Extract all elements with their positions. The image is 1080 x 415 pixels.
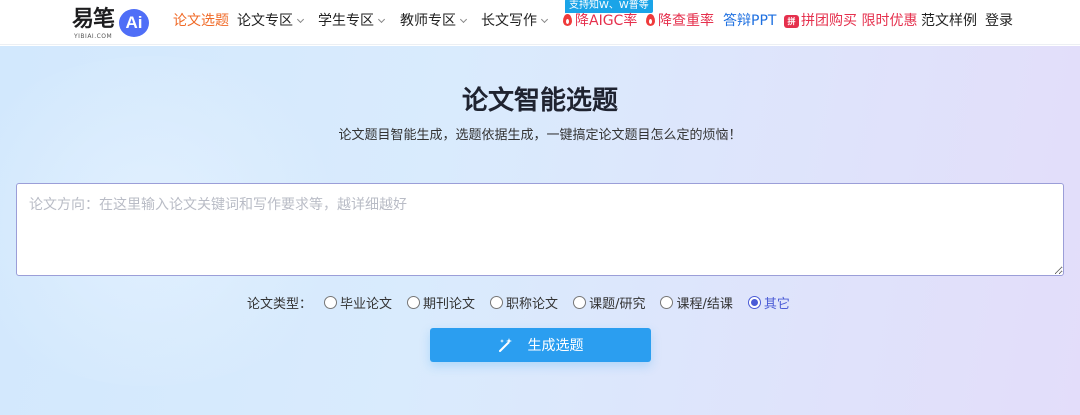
nav-long-writing-label: 长文写作 [481,13,537,29]
paper-type-selector: 论文类型： 毕业论文 期刊论文 职称论文 课题/研究 课程/结课 其它 [247,292,805,312]
radio-circle[interactable] [747,295,761,309]
radio-label: 期刊论文 [423,296,476,312]
radio-label: 课题/研究 [589,296,646,312]
nav-long-writing[interactable]: 长文写作 [481,0,549,45]
nav-student-zone[interactable]: 学生专区 [318,0,386,45]
nav-aigc-label: 降AIGC率 [575,13,638,29]
group-buy-icon: 拼 [784,15,799,28]
radio-label: 毕业论文 [340,296,393,312]
nav-samples[interactable]: 范文样例 [921,0,977,45]
radio-circle[interactable] [660,295,674,309]
radio-circle[interactable] [490,295,504,309]
radio-journal-paper[interactable]: 期刊论文 [407,293,475,312]
nav-teacher-zone[interactable]: 教师专区 [400,0,468,45]
nav-ppt[interactable]: 答辩PPT [723,0,776,45]
nav-group-buy-label: 拼团购买 限时优惠 [801,13,918,29]
radio-graduation-thesis[interactable]: 毕业论文 [324,293,392,312]
chevron-down-icon [296,15,305,24]
chevron-down-icon [540,15,549,24]
chevron-down-icon [459,15,468,24]
logo-text: 易笔 [72,7,115,32]
page-subtitle: 论文题目智能生成，选题依据生成，一键搞定论文题目怎么定的烦恼！ [338,128,742,143]
radio-circle[interactable] [573,295,587,309]
chevron-down-icon [377,15,386,24]
nav-topic[interactable]: 论文选题 [173,0,229,45]
logo-ai-badge: Ai [119,9,149,37]
radio-research-project[interactable]: 课题/研究 [573,293,645,312]
radio-circle[interactable] [407,295,421,309]
nav-student-zone-label: 学生专区 [318,13,374,29]
nav-teacher-zone-label: 教师专区 [400,13,456,29]
flame-icon [563,14,572,26]
page-title: 论文智能选题 [461,86,618,116]
nav-plagiarism-label: 降查重率 [658,13,714,29]
radio-label: 课程/结课 [676,296,733,312]
nav-thesis-zone-label: 论文专区 [237,13,293,29]
radio-title-paper[interactable]: 职称论文 [490,293,558,312]
nav-thesis-zone[interactable]: 论文专区 [237,0,305,45]
radio-circle[interactable] [324,295,338,309]
radio-label: 职称论文 [506,296,559,312]
top-nav-bar: 易笔 Ai YIBIAI.COM 论文选题 论文专区 学生专区 教师专区 长文写… [0,0,1080,45]
nav-plagiarism[interactable]: 降查重率 [646,0,714,45]
magic-wand-icon [498,338,512,352]
logo-domain: YIBIAI.COM [74,33,113,40]
topic-generator-panel: 论文智能选题 论文题目智能生成，选题依据生成，一键搞定论文题目怎么定的烦恼！ 论… [0,46,1080,415]
nav-group-buy[interactable]: 拼拼团购买 限时优惠 [784,0,917,45]
nav-login[interactable]: 登录 [985,0,1013,45]
nav-aigc[interactable]: 降AIGC率 [563,0,637,45]
generate-button-label: 生成选题 [527,338,584,354]
topic-direction-input[interactable] [16,183,1064,276]
flame-icon [646,14,655,26]
radio-course-paper[interactable]: 课程/结课 [660,293,733,312]
radio-label: 其它 [763,296,790,312]
site-logo[interactable]: 易笔 Ai YIBIAI.COM [72,6,154,40]
radio-other[interactable]: 其它 [747,293,790,312]
paper-type-label: 论文类型： [247,296,313,312]
generate-topic-button[interactable]: 生成选题 [430,328,651,362]
